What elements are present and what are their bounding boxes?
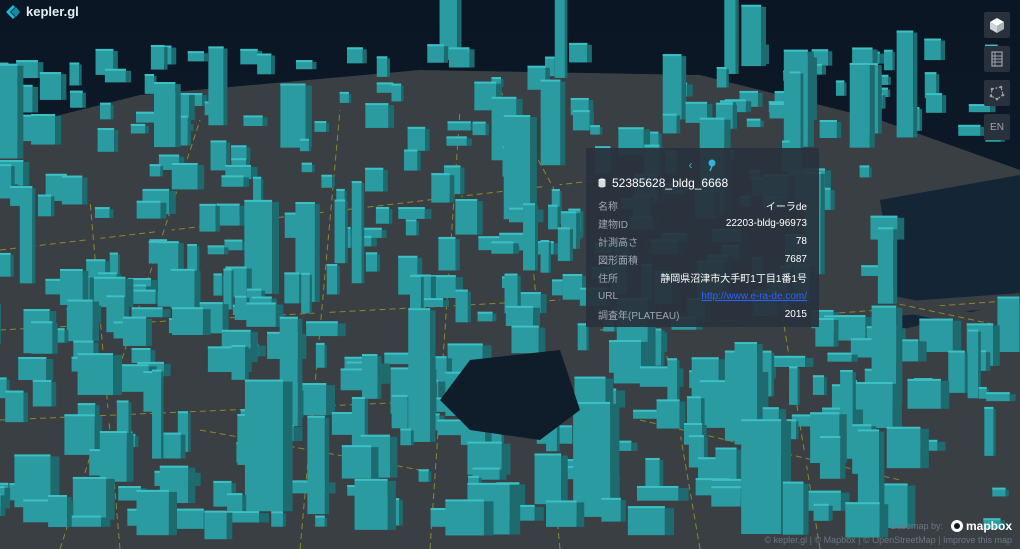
mapbox-logo[interactable]: mapbox [950,519,1012,533]
map-attribution[interactable]: © kepler.gl | © Mapbox | © OpenStreetMap… [764,535,1012,545]
row-key: 建物ID [598,219,628,231]
tooltip-nav: ‹ [598,156,807,174]
tooltip-row: 図形面積 7687 [598,251,807,269]
tooltip-title: 52385628_bldg_6668 [598,176,807,190]
tooltip-row: 住所 静岡県沼津市大手町1丁目1番1号 [598,269,807,287]
mapbox-icon [950,520,963,532]
basemap-credit: Basemap by: mapbox [890,519,1012,533]
row-key: 住所 [598,274,618,286]
legend-icon [991,51,1003,67]
tooltip-row: 建物ID 22203-bldg-96973 [598,214,807,232]
legend-button[interactable] [984,46,1010,72]
pin-icon[interactable] [707,159,717,171]
row-key: 計測高さ [598,237,638,249]
feature-tooltip: ‹ 52385628_bldg_6668 名称 イーラde 建物ID 22203… [586,148,819,327]
mapbox-wordmark: mapbox [965,519,1012,533]
row-value: 静岡県沼津市大手町1丁目1番1号 [660,274,807,286]
row-value: 78 [795,235,807,247]
row-value: 2015 [784,308,807,320]
database-icon [598,178,606,188]
map-canvas[interactable] [0,0,1020,549]
row-value: イーラde [765,201,807,213]
draw-polygon-icon [989,85,1005,101]
language-button[interactable]: EN [984,114,1010,140]
kepler-logo-icon [6,4,20,19]
row-value: 22203-bldg-96973 [725,217,807,229]
3d-view-icon [990,18,1004,33]
tooltip-row: 調査年(PLATEAU) 2015 [598,305,807,323]
tooltip-row: URL http://www.e-ra-de.com/ [598,287,807,305]
url-link[interactable]: http://www.e-ra-de.com/ [701,291,807,302]
tooltip-rows: 名称 イーラde 建物ID 22203-bldg-96973 計測高さ 78 図… [598,196,807,323]
basemap-label: Basemap by: [890,521,943,531]
tooltip-row: 名称 イーラde [598,196,807,214]
app-name: kepler.gl [26,4,79,19]
tooltip-row: 計測高さ 78 [598,232,807,250]
feature-id: 52385628_bldg_6668 [612,176,729,190]
row-key: URL [598,290,619,302]
row-value: 7687 [784,254,807,266]
row-key: 調査年(PLATEAU) [598,310,680,322]
chevron-left-icon[interactable]: ‹ [689,158,693,172]
app-root: kepler.gl EN ‹ 52385628_bldg_6668 名称 イーラ… [0,0,1020,549]
3d-view-button[interactable] [984,12,1010,38]
draw-button[interactable] [984,80,1010,106]
map-controls: EN [984,12,1010,140]
row-key: 図形面積 [598,256,638,268]
brand[interactable]: kepler.gl [6,4,79,19]
row-key: 名称 [598,201,618,213]
